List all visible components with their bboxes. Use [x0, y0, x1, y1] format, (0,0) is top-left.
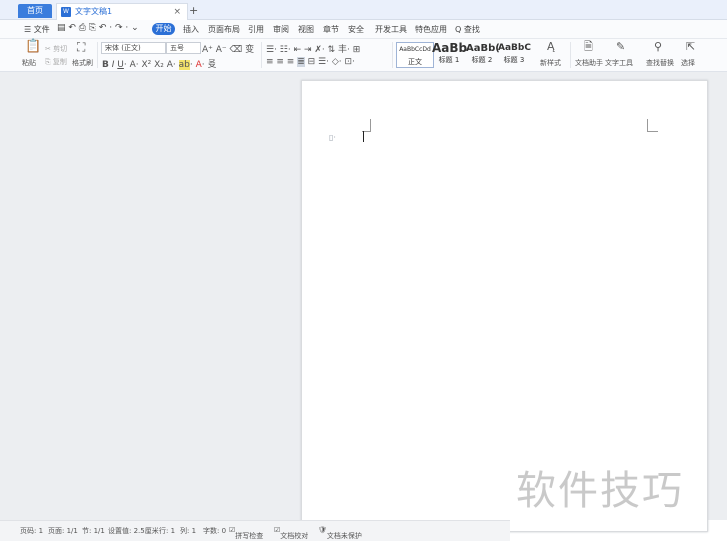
paste-icon[interactable]: 📋: [25, 40, 41, 53]
status-col: 列: 1: [180, 527, 197, 535]
menu-security[interactable]: 安全: [348, 24, 364, 35]
doc-protect-status[interactable]: 🛡 文档未保护: [318, 526, 362, 540]
copy-label: 复制: [52, 58, 67, 66]
menu-chapter[interactable]: 章节: [323, 24, 339, 35]
menu-bar: ☰ 文件 ▤ ↶ ⎙ ⎘ ↶ · ↷ · ⌄ 开始 插入 页面布局 引用 审阅 …: [0, 20, 727, 39]
status-page-number[interactable]: 页码: 1: [20, 526, 43, 536]
search-icon[interactable]: ⚲: [654, 41, 662, 52]
font-size-select[interactable]: 五号: [166, 42, 201, 54]
ribbon-toolbar: 📋 粘贴 ✂ 剪切 ⎘ 复制 ⛶ 格式刷 宋体 (正文) 五号 A⁺ A⁻ ⌫ …: [0, 39, 727, 72]
style-heading-1-label: 标题 1: [438, 56, 460, 64]
copy-button[interactable]: ⎘ 复制: [45, 57, 67, 67]
style-heading-3-label: 标题 3: [503, 56, 525, 64]
tab-home[interactable]: 首页: [18, 4, 52, 18]
cursor-select-icon[interactable]: ⇱: [686, 41, 695, 52]
style-normal-label: 正文: [408, 58, 422, 66]
select-button[interactable]: 选择: [681, 58, 695, 68]
style-heading-1[interactable]: AaBb 标题 1: [432, 41, 468, 66]
style-heading-3[interactable]: AaBbC 标题 3: [498, 42, 531, 66]
close-tab-icon[interactable]: ×: [173, 4, 181, 20]
style-heading-2[interactable]: AaBb( 标题 2: [466, 42, 500, 66]
spell-check-toggle[interactable]: ☑ 拼写检查: [229, 526, 263, 540]
status-row: 行: 1: [159, 527, 176, 535]
list-indent-icons[interactable]: ☰· ☷· ⇤ ⇥ ✗· ⇅ 丰· ⊞: [266, 42, 360, 55]
style-heading-2-preview: AaBb(: [466, 43, 500, 54]
ribbon-divider: [392, 42, 393, 68]
menu-references[interactable]: 引用: [248, 24, 264, 35]
text-tools-button[interactable]: 文字工具: [605, 58, 633, 68]
paste-button[interactable]: 粘贴: [22, 58, 36, 68]
menu-featured[interactable]: 特色应用: [415, 24, 447, 35]
ribbon-divider: [97, 42, 98, 68]
status-section[interactable]: 节: 1/1: [82, 526, 105, 536]
status-word-count[interactable]: 字数: 0: [203, 526, 226, 536]
menu-review[interactable]: 审阅: [273, 24, 289, 35]
ribbon-divider: [261, 42, 262, 68]
tab-strip: 首页 W 文字文稿1 × +: [0, 0, 727, 20]
status-pages[interactable]: 页面: 1/1: [48, 526, 78, 536]
menu-search[interactable]: Q 查找: [455, 24, 480, 35]
font-format-icons[interactable]: B I U· A· X² X₂ A· ab· A· 㕛: [102, 57, 217, 70]
cut-button[interactable]: ✂ 剪切: [45, 44, 67, 54]
menu-view[interactable]: 视图: [298, 24, 314, 35]
style-normal[interactable]: AaBbCcDd 正文: [396, 42, 434, 68]
ribbon-divider: [570, 42, 571, 68]
font-grow-shrink-icons[interactable]: A⁺ A⁻ ⌫ 变: [202, 42, 254, 55]
format-painter-button[interactable]: 格式刷: [72, 58, 93, 68]
status-bar: 页码: 1 页面: 1/1 节: 1/1 设置值: 2.5厘米 行: 1 列: …: [0, 520, 510, 541]
watermark-text: 软件技巧: [516, 468, 684, 514]
doc-assistant-button[interactable]: 文档助手: [575, 58, 603, 68]
text-tools-icon[interactable]: ✎: [616, 41, 625, 52]
tab-document-title: 文字文稿1: [75, 7, 113, 16]
margin-corner-top-right: [647, 119, 658, 132]
new-style-icon[interactable]: Ą: [547, 41, 555, 52]
proofread-button[interactable]: ☑ 文档校对: [274, 526, 308, 540]
style-heading-2-label: 标题 2: [471, 56, 493, 64]
new-style-button[interactable]: 新样式: [540, 58, 561, 68]
format-painter-icon[interactable]: ⛶: [77, 41, 85, 53]
tab-document[interactable]: W 文字文稿1 ×: [56, 3, 188, 20]
align-icons[interactable]: ≡ ≡ ≡ ≣ ⊟ ☰· ◇· ⊡·: [266, 57, 355, 67]
font-name-select[interactable]: 宋体 (正文): [101, 42, 166, 54]
style-normal-preview: AaBbCcDd: [399, 46, 431, 53]
paragraph-handle-icon[interactable]: ▯·: [329, 133, 336, 142]
find-replace-button[interactable]: 查找替换: [646, 58, 674, 68]
quick-access-icons[interactable]: ▤ ↶ ⎙ ⎘ ↶ · ↷ · ⌄: [57, 23, 139, 33]
style-heading-1-preview: AaBb: [432, 41, 468, 55]
status-setting-value[interactable]: 设置值: 2.5厘米: [108, 526, 159, 536]
menu-file[interactable]: ☰ 文件: [24, 24, 50, 35]
menu-start[interactable]: 开始: [152, 23, 175, 35]
word-doc-icon: W: [61, 7, 71, 17]
menu-page-layout[interactable]: 页面布局: [208, 24, 240, 35]
text-cursor: [363, 131, 364, 142]
cut-label: 剪切: [53, 45, 68, 53]
doc-assistant-icon[interactable]: 🗎: [584, 41, 593, 52]
new-tab-button[interactable]: +: [189, 3, 198, 19]
style-heading-3-preview: AaBbC: [498, 43, 531, 53]
menu-developer[interactable]: 开发工具: [375, 24, 407, 35]
menu-insert[interactable]: 插入: [183, 24, 199, 35]
